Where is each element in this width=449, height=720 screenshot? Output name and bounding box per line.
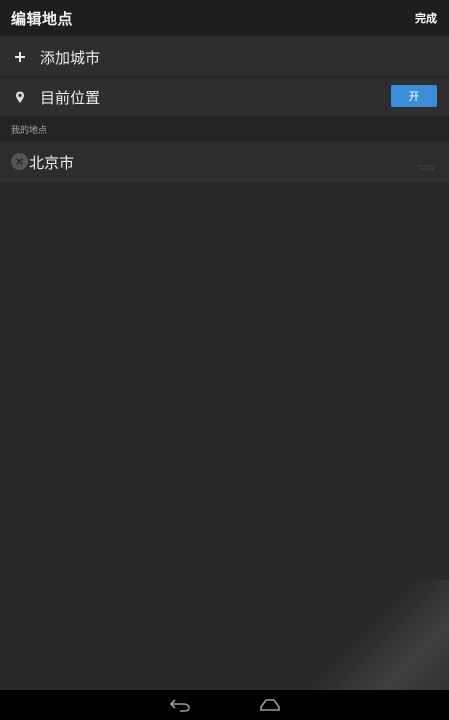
location-pin-icon xyxy=(0,91,40,104)
location-toggle-button[interactable]: 开 xyxy=(391,85,437,107)
section-header-label: 我的地点 xyxy=(11,125,48,136)
plus-icon xyxy=(0,51,40,63)
list-item[interactable]: 北京市 xyxy=(0,142,449,180)
add-city-row[interactable]: 添加城市 xyxy=(0,38,449,76)
system-nav-bar xyxy=(0,690,449,720)
remove-circle-icon[interactable] xyxy=(11,153,28,170)
page-title: 编辑地点 xyxy=(11,9,74,28)
section-header-my-places: 我的地点 xyxy=(0,118,449,140)
home-icon[interactable] xyxy=(253,694,287,716)
current-location-row: 目前位置 开 xyxy=(0,78,449,116)
screen: 编辑地点 完成 添加城市 目前位置 开 我的地点 北京市 xyxy=(0,0,449,720)
back-icon[interactable] xyxy=(163,694,197,716)
add-city-label: 添加城市 xyxy=(40,48,101,67)
done-button[interactable]: 完成 xyxy=(415,10,437,26)
action-bar: 编辑地点 完成 xyxy=(0,0,449,36)
empty-list-area xyxy=(0,181,449,691)
city-name: 北京市 xyxy=(29,154,75,172)
drag-handle-icon[interactable] xyxy=(417,157,435,170)
current-location-label: 目前位置 xyxy=(40,88,101,107)
